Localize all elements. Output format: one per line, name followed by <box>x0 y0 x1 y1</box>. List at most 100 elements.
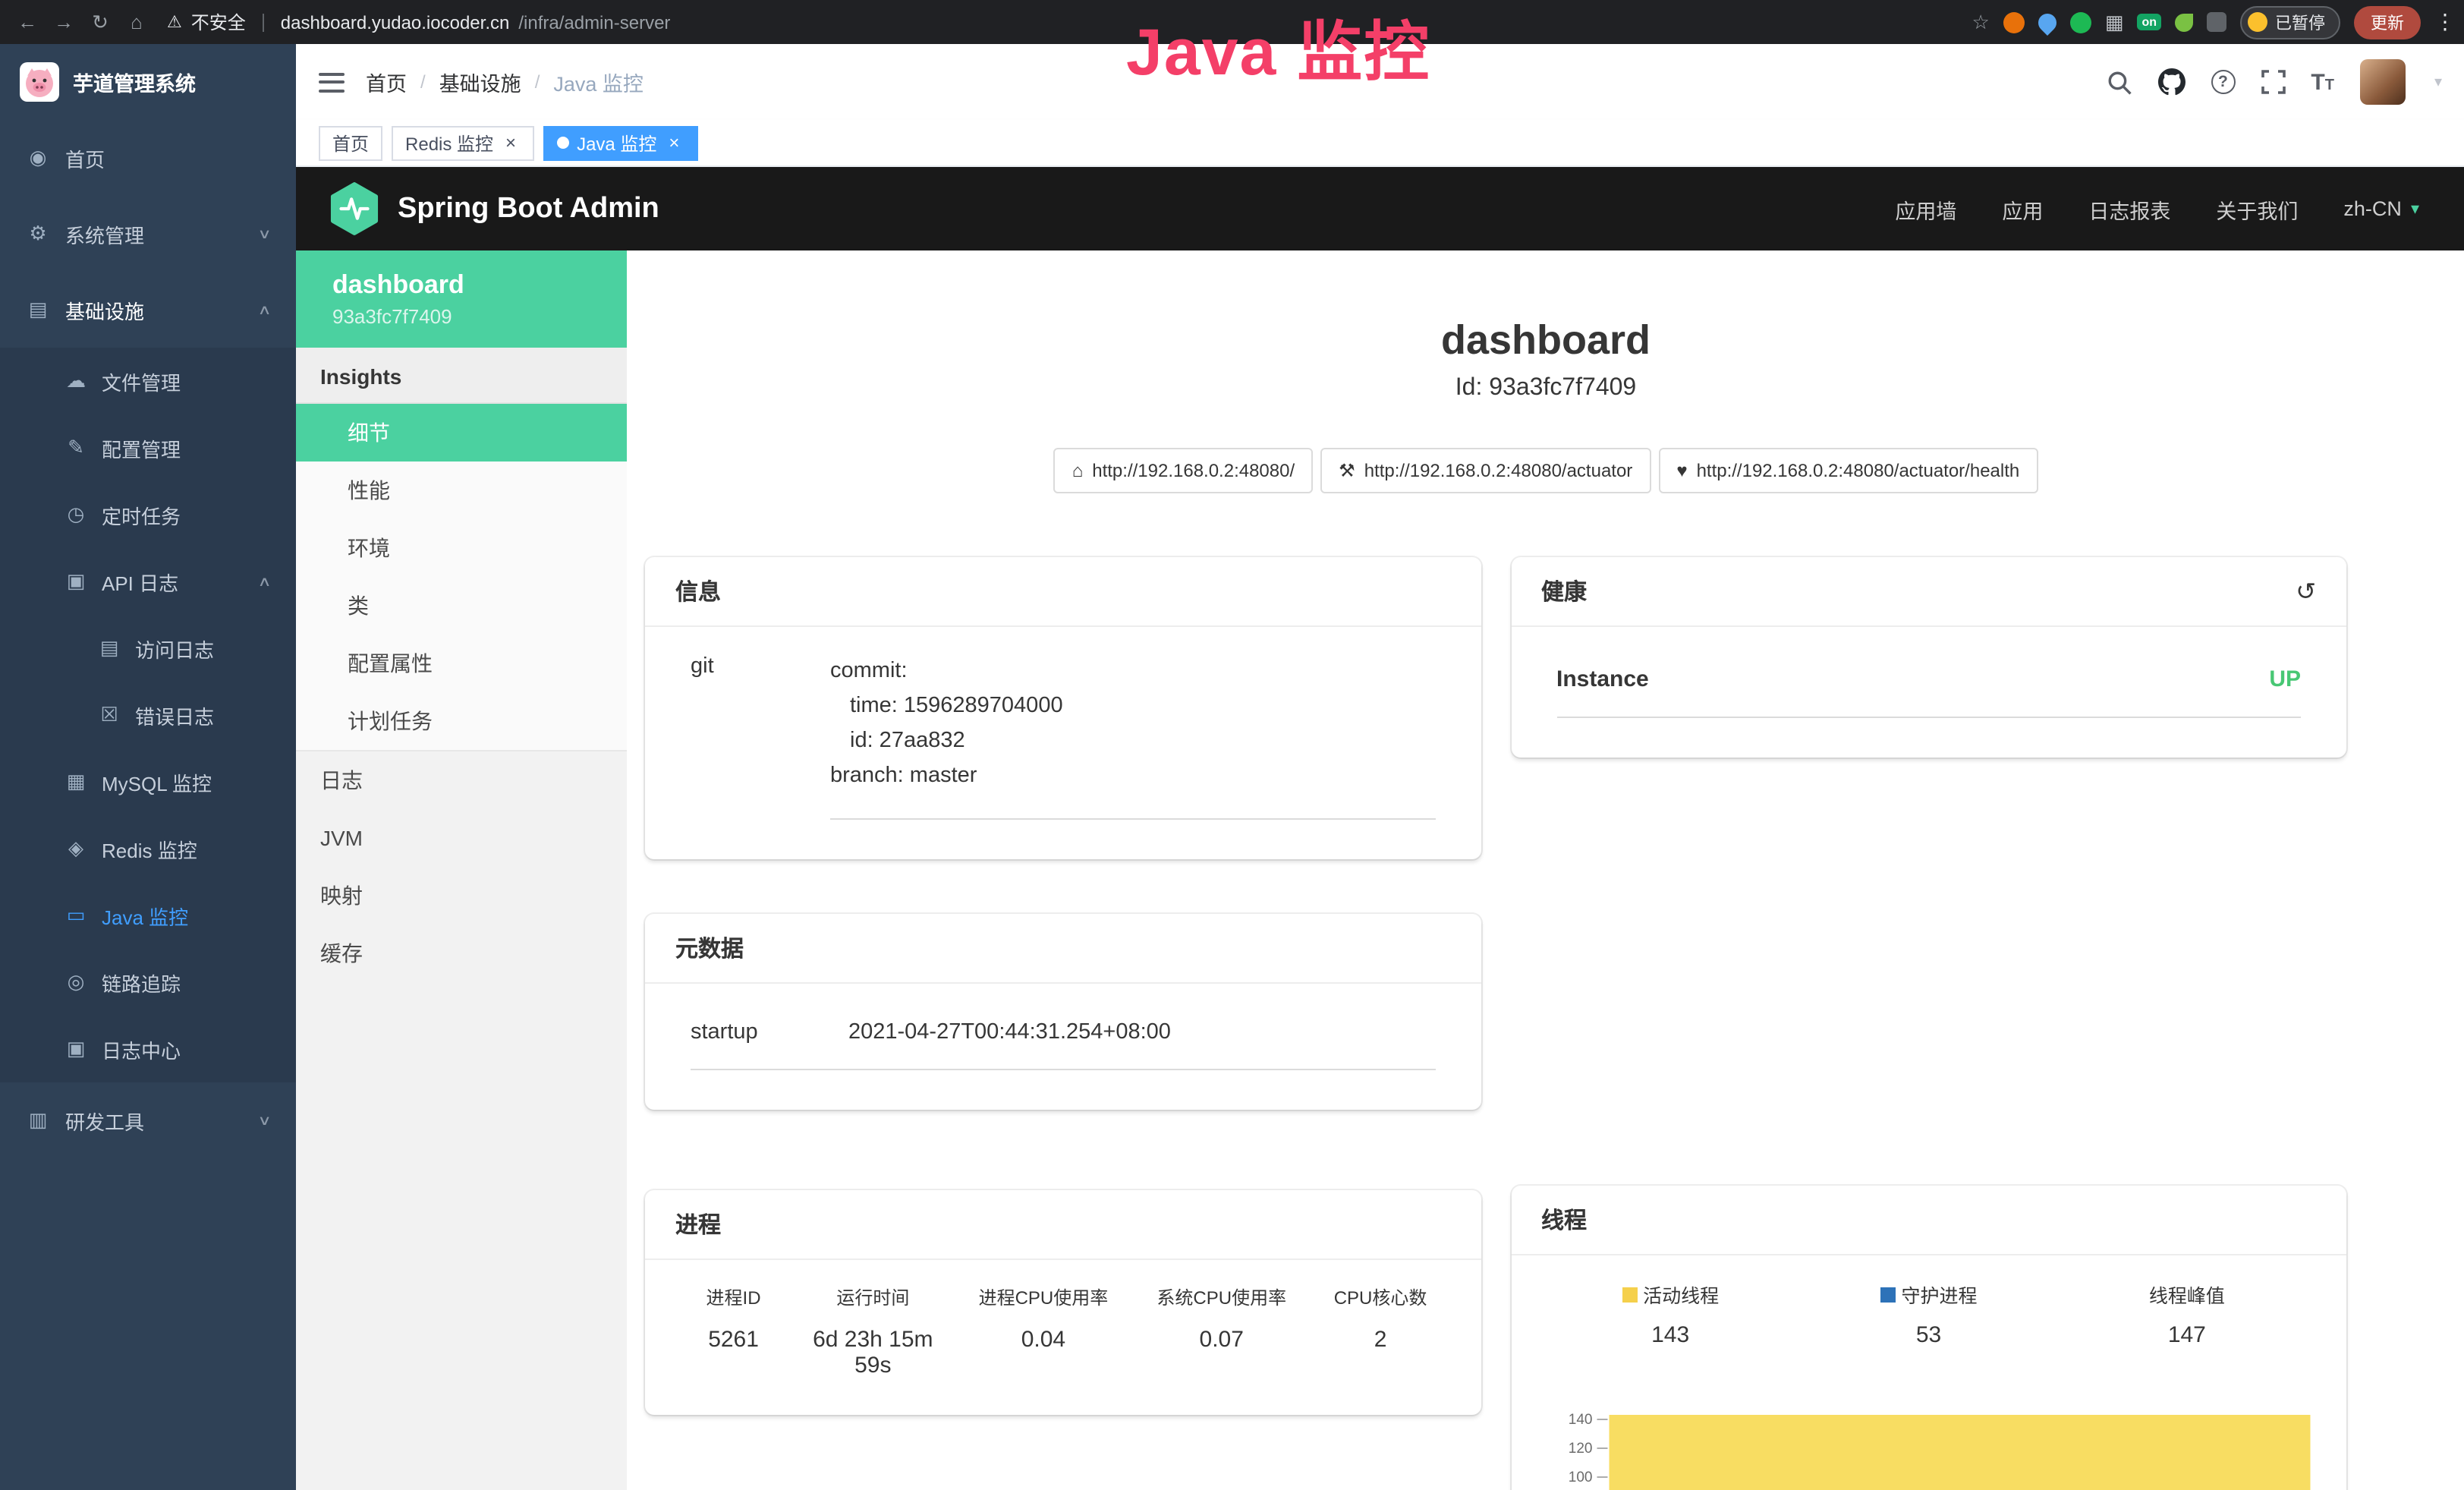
detail-cards: 信息 git commit: time: 1596289704000 id: 2 <box>627 493 2464 1490</box>
pig-logo-icon <box>20 62 59 102</box>
back-icon[interactable]: ← <box>12 11 42 33</box>
sba-brand[interactable]: Spring Boot Admin <box>398 192 659 225</box>
avatar-caret-icon[interactable]: ▾ <box>2434 74 2442 90</box>
extension-icon-3[interactable] <box>2070 11 2091 33</box>
cards-right-column: 健康 ↺ Instance UP <box>1511 557 2346 1490</box>
extension-on-badge[interactable]: on <box>2137 14 2161 30</box>
actuator-url-button[interactable]: ⚒ http://192.168.0.2:48080/actuator <box>1320 448 1651 493</box>
sidebar-collapse-icon[interactable] <box>319 72 345 92</box>
card-title: 信息 <box>675 575 721 607</box>
legend-label: 活动线程 <box>1643 1280 1719 1309</box>
sidebar-item-config-management[interactable]: ✎ 配置管理 <box>0 414 296 481</box>
fullscreen-icon[interactable] <box>2261 70 2285 94</box>
sba-nav-journal[interactable]: 日志报表 <box>2088 194 2170 224</box>
extension-icon-4[interactable] <box>2175 13 2193 31</box>
sba-menu-details[interactable]: 细节 <box>296 404 627 461</box>
breadcrumb-infrastructure[interactable]: 基础设施 <box>439 67 521 97</box>
tab-redis-monitor[interactable]: Redis 监控 × <box>392 125 534 160</box>
browser-home-icon[interactable]: ⌂ <box>121 11 152 33</box>
metadata-card: 元数据 startup 2021-04-27T00:44:31.254+08:0… <box>645 914 1481 1110</box>
sba-menu-jvm[interactable]: JVM <box>296 809 627 867</box>
close-icon[interactable]: × <box>664 132 684 153</box>
breadcrumb-home[interactable]: 首页 <box>366 67 407 97</box>
tab-label: Redis 监控 <box>405 130 493 156</box>
legend-active-threads: 活动线程 143 <box>1541 1280 1799 1348</box>
process-col-value: 0.04 <box>955 1327 1133 1353</box>
sidebar-item-error-logs[interactable]: ☒ 错误日志 <box>0 682 296 748</box>
sidebar-item-file-management[interactable]: ☁ 文件管理 <box>0 348 296 414</box>
sba-header: Spring Boot Admin 应用墙 应用 日志报表 关于我们 zh-CN… <box>296 167 2464 250</box>
sba-menu-mappings[interactable]: 映射 <box>296 867 627 925</box>
tab-label: 首页 <box>332 130 369 156</box>
sidebar-item-access-logs[interactable]: ▤ 访问日志 <box>0 615 296 682</box>
locale-selector[interactable]: zh-CN ▾ <box>2343 197 2419 220</box>
search-icon[interactable] <box>2106 69 2132 95</box>
sba-nav-wallboard[interactable]: 应用墙 <box>1895 194 1956 224</box>
sba-menu-performance[interactable]: 性能 <box>296 461 627 519</box>
link-label: http://192.168.0.2:48080/actuator/health <box>1697 460 2020 481</box>
sidebar-item-java-monitor[interactable]: ▭ Java 监控 <box>0 882 296 949</box>
sidebar-item-system-management[interactable]: ⚙ 系统管理 ∨ <box>0 196 296 272</box>
reload-icon[interactable]: ↻ <box>85 10 115 34</box>
sidebar-item-link-tracing[interactable]: ◎ 链路追踪 <box>0 949 296 1016</box>
process-table: 进程ID 5261 运行时间 6d 23h 15m 59s <box>675 1281 1450 1415</box>
close-icon[interactable]: × <box>501 132 521 153</box>
app-logo-row: 芋道管理系统 <box>0 44 296 120</box>
heart-icon: ♥ <box>1676 460 1687 481</box>
card-title: 线程 <box>1541 1204 1587 1236</box>
sba-nav-applications[interactable]: 应用 <box>2002 194 2043 224</box>
font-size-icon[interactable]: TT <box>2311 71 2334 93</box>
sidebar-item-home[interactable]: ◉ 首页 <box>0 120 296 196</box>
address-bar[interactable]: ⚠ 不安全 dashboard.yudao.iocoder.cn /infra/… <box>158 9 1954 35</box>
browser-toolbar-right: ☆ ▦ on 已暂停 更新 ⋮ <box>1972 5 2453 39</box>
extension-icon-5[interactable] <box>2207 12 2226 32</box>
update-button[interactable]: 更新 <box>2354 5 2421 39</box>
sidebar-item-log-center[interactable]: ▣ 日志中心 <box>0 1016 296 1082</box>
sidebar-item-api-logs[interactable]: ▣ API 日志 ∧ <box>0 548 296 615</box>
sidebar-item-label: 首页 <box>65 143 270 172</box>
active-tab-dot <box>557 137 569 149</box>
instance-url-button[interactable]: ⌂ http://192.168.0.2:48080/ <box>1054 448 1313 493</box>
sba-menu-logfile[interactable]: 日志 <box>296 751 627 809</box>
sidebar-item-infrastructure[interactable]: ▤ 基础设施 ∧ <box>0 272 296 348</box>
url-domain: dashboard.yudao.iocoder.cn <box>281 11 510 33</box>
sba-menu-classes[interactable]: 类 <box>296 577 627 635</box>
sba-nav-about[interactable]: 关于我们 <box>2216 194 2298 224</box>
sba-main: dashboard Id: 93a3fc7f7409 ⌂ http://192.… <box>627 250 2464 1490</box>
sba-menu-scheduled-tasks[interactable]: 计划任务 <box>296 692 627 750</box>
bookmark-star-icon[interactable]: ☆ <box>1972 10 1990 34</box>
clock-icon: ◷ <box>64 502 88 527</box>
legend-peak-threads: 线程峰值 147 <box>2058 1280 2316 1348</box>
link-label: http://192.168.0.2:48080/actuator <box>1364 460 1633 481</box>
help-icon[interactable]: ? <box>2211 70 2235 94</box>
extensions-grid-icon[interactable]: ▦ <box>2105 10 2124 34</box>
tab-home[interactable]: 首页 <box>319 125 382 160</box>
github-icon[interactable] <box>2157 68 2185 96</box>
chevron-up-icon: ∧ <box>258 573 272 590</box>
user-avatar[interactable] <box>2360 59 2406 105</box>
instance-header[interactable]: dashboard 93a3fc7f7409 <box>296 250 627 348</box>
forward-icon[interactable]: → <box>49 11 79 33</box>
browser-menu-dots-icon[interactable]: ⋮ <box>2434 9 2453 35</box>
chevron-down-icon: ▾ <box>2411 199 2419 219</box>
instance-subtitle: Id: 93a3fc7f7409 <box>627 375 2464 402</box>
sidebar-item-scheduled-tasks[interactable]: ◷ 定时任务 <box>0 481 296 548</box>
threads-card: 线程 活动线程 1 <box>1511 1186 2346 1490</box>
threads-card-header: 线程 <box>1511 1186 2346 1255</box>
history-icon[interactable]: ↺ <box>2296 576 2316 606</box>
sidebar-item-label: 系统管理 <box>65 219 245 248</box>
sidebar-item-mysql-monitor[interactable]: ▦ MySQL 监控 <box>0 748 296 815</box>
extension-icon-2[interactable] <box>2034 9 2060 35</box>
sidebar-item-redis-monitor[interactable]: ◈ Redis 监控 <box>0 815 296 882</box>
sidebar-item-label: Redis 监控 <box>102 834 270 863</box>
sidebar-item-dev-tools[interactable]: ▥ 研发工具 ∨ <box>0 1082 296 1158</box>
gear-icon: ⚙ <box>26 222 50 246</box>
profile-chip[interactable]: 已暂停 <box>2240 5 2340 39</box>
health-url-button[interactable]: ♥ http://192.168.0.2:48080/actuator/heal… <box>1658 448 2038 493</box>
extension-icon-1[interactable] <box>2003 11 2025 33</box>
sba-menu-environment[interactable]: 环境 <box>296 519 627 577</box>
tab-java-monitor[interactable]: Java 监控 × <box>543 125 697 160</box>
sba-menu-caches[interactable]: 缓存 <box>296 925 627 982</box>
sba-menu-config-properties[interactable]: 配置属性 <box>296 635 627 692</box>
sidebar-item-label: 日志中心 <box>102 1035 270 1063</box>
